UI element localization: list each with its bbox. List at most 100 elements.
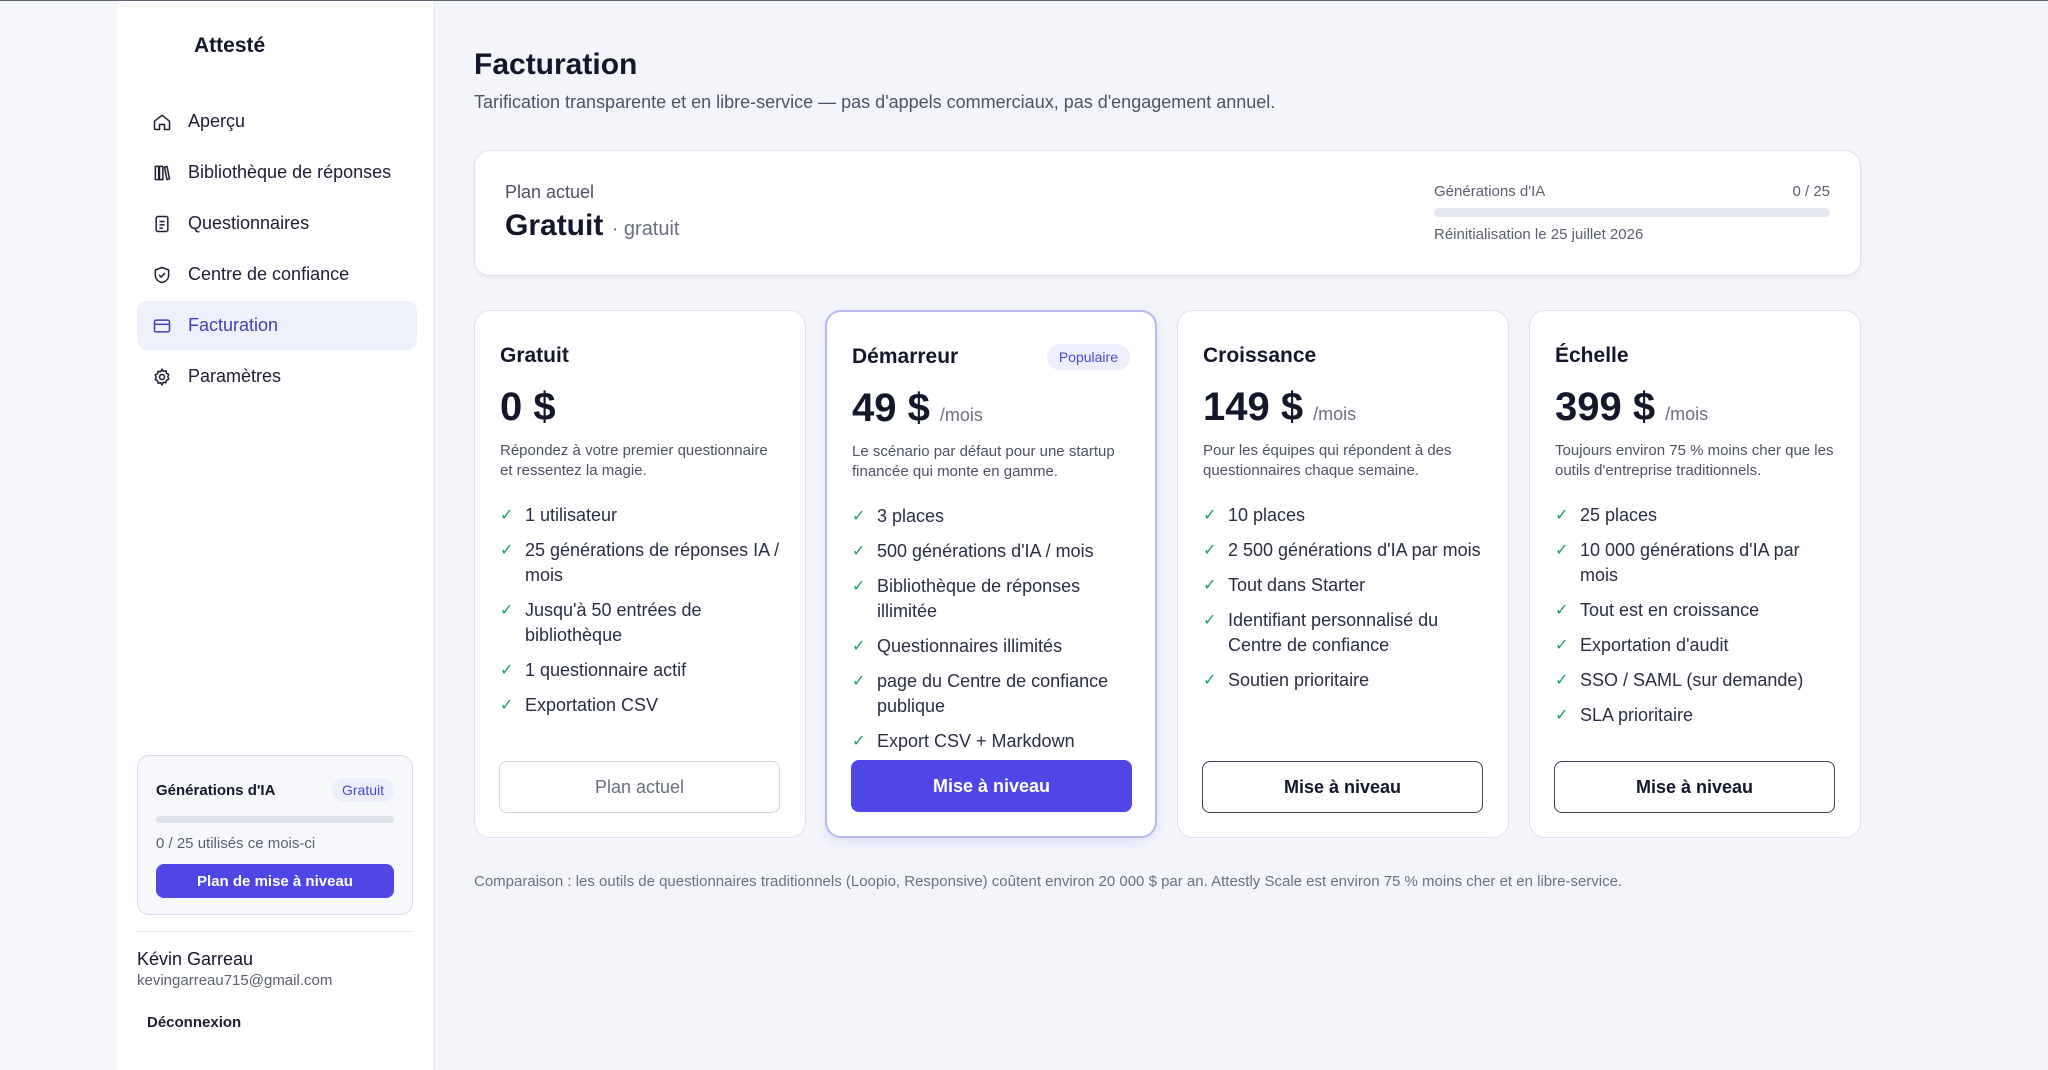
ai-usage-card: Générations d'IA Gratuit 0 / 25 utilisés… bbox=[137, 755, 413, 915]
check-icon: ✓ bbox=[1555, 602, 1569, 619]
feature-item: ✓ Bibliothèque de réponses illimitée bbox=[852, 574, 1130, 624]
feature-item: ✓ 25 générations de réponses IA / mois bbox=[500, 538, 780, 588]
feature-text: Jusqu'à 50 entrées de bibliothèque bbox=[525, 600, 702, 645]
popular-badge: Populaire bbox=[1046, 344, 1130, 370]
feature-item: ✓ 500 générations d'IA / mois bbox=[852, 539, 1130, 564]
current-plan-label: Plan actuel bbox=[505, 182, 595, 202]
upgrade-button-demarreur[interactable]: Mise à niveau bbox=[851, 760, 1132, 812]
current-plan-button[interactable]: Plan actuel bbox=[499, 761, 780, 813]
plan-price: 149 $ /mois bbox=[1203, 385, 1483, 433]
sidebar-item-parametres[interactable]: Paramètres bbox=[137, 352, 417, 401]
current-plan-name: Gratuit · gratuit bbox=[505, 209, 680, 243]
upgrade-plan-button[interactable]: Plan de mise à niveau bbox=[156, 864, 394, 898]
feature-text: Bibliothèque de réponses illimitée bbox=[877, 576, 1081, 621]
user-name: Kévin Garreau bbox=[137, 949, 254, 969]
check-icon: ✓ bbox=[500, 507, 514, 524]
price-value: 0 $ bbox=[500, 385, 556, 429]
credit-card-icon bbox=[152, 313, 172, 338]
usage-progress-bar bbox=[156, 816, 394, 823]
feature-text: 500 générations d'IA / mois bbox=[877, 541, 1094, 561]
feature-text: 10 places bbox=[1228, 505, 1306, 525]
current-usage-reset: Réinitialisation le 25 juillet 2026 bbox=[1434, 226, 1644, 243]
usage-text: 0 / 25 utilisés ce mois-ci bbox=[156, 835, 316, 852]
plan-price: 0 $ bbox=[500, 385, 780, 433]
check-icon: ✓ bbox=[1555, 637, 1569, 654]
plan-name: Gratuit bbox=[500, 344, 569, 367]
sidebar-item-label: Facturation bbox=[188, 315, 279, 335]
check-icon: ✓ bbox=[1555, 507, 1569, 524]
sidebar: Attesté Aperçu Bibliothèque de réponses … bbox=[118, 1, 435, 1070]
feature-item: ✓ 10 000 générations d'IA par mois bbox=[1555, 538, 1835, 588]
check-icon: ✓ bbox=[1203, 542, 1217, 559]
usage-title: Générations d'IA bbox=[156, 781, 276, 799]
current-usage-count: 0 / 25 bbox=[1792, 183, 1830, 200]
feature-text: 10 000 générations d'IA par mois bbox=[1580, 540, 1800, 585]
price-value: 399 $ bbox=[1555, 385, 1656, 429]
feature-text: 25 générations de réponses IA / mois bbox=[525, 540, 780, 585]
feature-item: ✓ 2 500 générations d'IA par mois bbox=[1203, 538, 1483, 563]
brand-logo[interactable]: Attesté bbox=[194, 34, 265, 58]
feature-item: ✓ SLA prioritaire bbox=[1555, 703, 1835, 728]
logout-link[interactable]: Déconnexion bbox=[147, 1014, 241, 1031]
feature-text: SSO / SAML (sur demande) bbox=[1580, 670, 1804, 690]
sidebar-item-questionnaires[interactable]: Questionnaires bbox=[137, 199, 417, 248]
check-icon: ✓ bbox=[852, 673, 866, 690]
sidebar-item-centre-de-confiance[interactable]: Centre de confiance bbox=[137, 250, 417, 299]
plan-price: 49 $ /mois bbox=[852, 386, 1130, 434]
current-plan-sub: · gratuit bbox=[611, 218, 680, 240]
feature-item: ✓ Questionnaires illimités bbox=[852, 634, 1130, 659]
check-icon: ✓ bbox=[1203, 507, 1217, 524]
feature-list: ✓ 3 places ✓ 500 générations d'IA / mois ✓… bbox=[852, 504, 1130, 754]
check-icon: ✓ bbox=[1555, 707, 1569, 724]
check-icon: ✓ bbox=[500, 602, 514, 619]
feature-text: Exportation CSV bbox=[525, 695, 659, 715]
check-icon: ✓ bbox=[1203, 612, 1217, 629]
check-icon: ✓ bbox=[852, 578, 866, 595]
feature-text: Identifiant personnalisé du Centre de co… bbox=[1228, 610, 1439, 655]
plan-description: Répondez à votre premier questionnaire e… bbox=[500, 442, 768, 479]
upgrade-button-echelle[interactable]: Mise à niveau bbox=[1554, 761, 1835, 813]
check-icon: ✓ bbox=[1203, 577, 1217, 594]
shield-check-icon bbox=[152, 262, 172, 287]
check-icon: ✓ bbox=[1555, 672, 1569, 689]
feature-text: 25 places bbox=[1580, 505, 1658, 525]
left-gutter bbox=[0, 1, 118, 1070]
sidebar-item-label: Questionnaires bbox=[188, 213, 310, 233]
plans-grid: Gratuit 0 $ Répondez à votre premier que… bbox=[474, 310, 1861, 838]
page-title: Facturation bbox=[474, 48, 638, 81]
feature-item: ✓ SSO / SAML (sur demande) bbox=[1555, 668, 1835, 693]
price-period: /mois bbox=[1665, 404, 1709, 424]
plan-name: Échelle bbox=[1555, 344, 1629, 367]
plan-price: 399 $ /mois bbox=[1555, 385, 1835, 433]
feature-item: ✓ Tout est en croissance bbox=[1555, 598, 1835, 623]
plan-card-echelle: Échelle 399 $ /mois Toujours environ 75 … bbox=[1529, 310, 1861, 838]
feature-item: ✓ 25 places bbox=[1555, 503, 1835, 528]
feature-text: 1 utilisateur bbox=[525, 505, 618, 525]
check-icon: ✓ bbox=[500, 542, 514, 559]
plan-badge: Gratuit bbox=[331, 778, 394, 802]
current-plan-title: Gratuit bbox=[505, 209, 604, 242]
sidebar-item-label: Bibliothèque de réponses bbox=[188, 162, 392, 182]
feature-item: ✓ page du Centre de confiance publique bbox=[852, 669, 1130, 719]
feature-item: ✓ 3 places bbox=[852, 504, 1130, 529]
plan-description: Le scénario par défaut pour une startup … bbox=[852, 443, 1115, 480]
feature-text: Tout dans Starter bbox=[1228, 575, 1366, 595]
comparison-note: Comparaison : les outils de questionnair… bbox=[474, 873, 1623, 890]
feature-list: ✓ 25 places ✓ 10 000 générations d'IA par … bbox=[1555, 503, 1835, 728]
price-period: /mois bbox=[1313, 404, 1357, 424]
sidebar-item-apercu[interactable]: Aperçu bbox=[137, 97, 417, 146]
feature-text: Export CSV + Markdown bbox=[877, 731, 1075, 751]
sidebar-nav: Aperçu Bibliothèque de réponses Question… bbox=[137, 97, 417, 403]
upgrade-button-croissance[interactable]: Mise à niveau bbox=[1202, 761, 1483, 813]
user-email: kevingarreau715@gmail.com bbox=[137, 972, 333, 989]
check-icon: ✓ bbox=[1555, 542, 1569, 559]
feature-item: ✓ 10 places bbox=[1203, 503, 1483, 528]
sidebar-item-facturation[interactable]: Facturation bbox=[137, 301, 417, 350]
check-icon: ✓ bbox=[852, 543, 866, 560]
library-icon bbox=[152, 160, 172, 185]
price-value: 149 $ bbox=[1203, 385, 1304, 429]
plan-description: Toujours environ 75 % moins cher que les… bbox=[1555, 442, 1834, 479]
feature-item: ✓ Soutien prioritaire bbox=[1203, 668, 1483, 693]
feature-list: ✓ 10 places ✓ 2 500 générations d'IA par m… bbox=[1203, 503, 1483, 693]
sidebar-item-bibliotheque[interactable]: Bibliothèque de réponses bbox=[137, 148, 417, 197]
